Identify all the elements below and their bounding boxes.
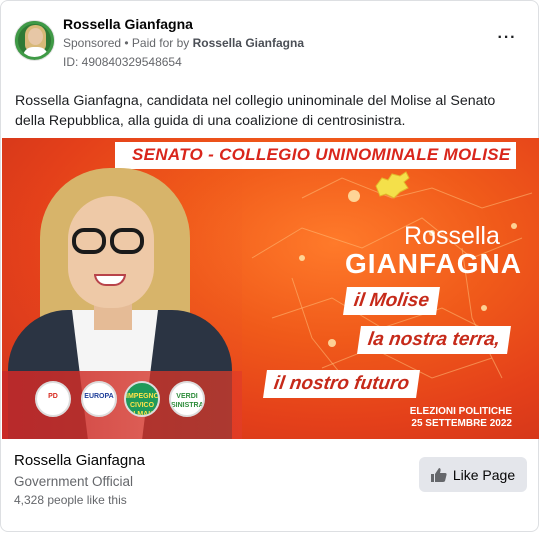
- post-body-text: Rossella Gianfagna, candidata nel colleg…: [15, 93, 496, 129]
- tagline-3: il nostro futuro: [263, 370, 421, 398]
- molise-map-icon: [375, 171, 410, 199]
- paid-prefix: • Paid for by: [121, 36, 193, 50]
- like-page-button[interactable]: Like Page: [419, 457, 527, 492]
- sponsored-meta: Sponsored • Paid for by Rossella Gianfag…: [63, 36, 304, 50]
- candidate-first-name: Rossella: [404, 222, 500, 250]
- tagline-1: il Molise: [343, 287, 440, 315]
- candidate-last-name: GIANFAGNA: [345, 248, 522, 279]
- more-options-icon[interactable]: ···: [497, 30, 517, 49]
- sponsored-post-card: Rossella Gianfagna Sponsored • Paid for …: [0, 0, 539, 532]
- footer-like-count: 4,328 people like this: [14, 493, 127, 507]
- party-logo-europa: EUROPA: [81, 381, 117, 417]
- footer-page-category: Government Official: [14, 474, 134, 489]
- paid-by-name: Rossella Gianfagna: [192, 36, 304, 50]
- like-page-label: Like Page: [452, 466, 516, 483]
- footer-page-name[interactable]: Rossella Gianfagna: [14, 452, 145, 469]
- party-logo-pd: PD: [35, 381, 71, 417]
- sponsored-label[interactable]: Sponsored: [63, 36, 121, 50]
- tagline-2: la nostra terra,: [357, 326, 511, 354]
- party-logo-impegno-civico: IMPEGNO CIVICO DI MAIO: [124, 381, 160, 417]
- author-avatar[interactable]: [14, 20, 55, 61]
- thumbs-up-icon: [430, 467, 447, 482]
- post-header: Rossella Gianfagna Sponsored • Paid for …: [1, 1, 539, 81]
- election-date: ELEZIONI POLITICHE 25 SETTEMBRE 2022: [407, 406, 512, 430]
- ad-creative-image[interactable]: SENATO - COLLEGIO UNINOMINALE MOLISE PD …: [2, 138, 539, 439]
- author-name[interactable]: Rossella Gianfagna: [63, 16, 193, 32]
- election-line-1: ELEZIONI POLITICHE: [409, 406, 512, 417]
- election-line-2: 25 SETTEMBRE 2022: [411, 418, 512, 429]
- ad-id: ID: 490840329548654: [63, 55, 182, 69]
- party-logo-verdi-sinistra: VERDI SINISTRA: [169, 381, 205, 417]
